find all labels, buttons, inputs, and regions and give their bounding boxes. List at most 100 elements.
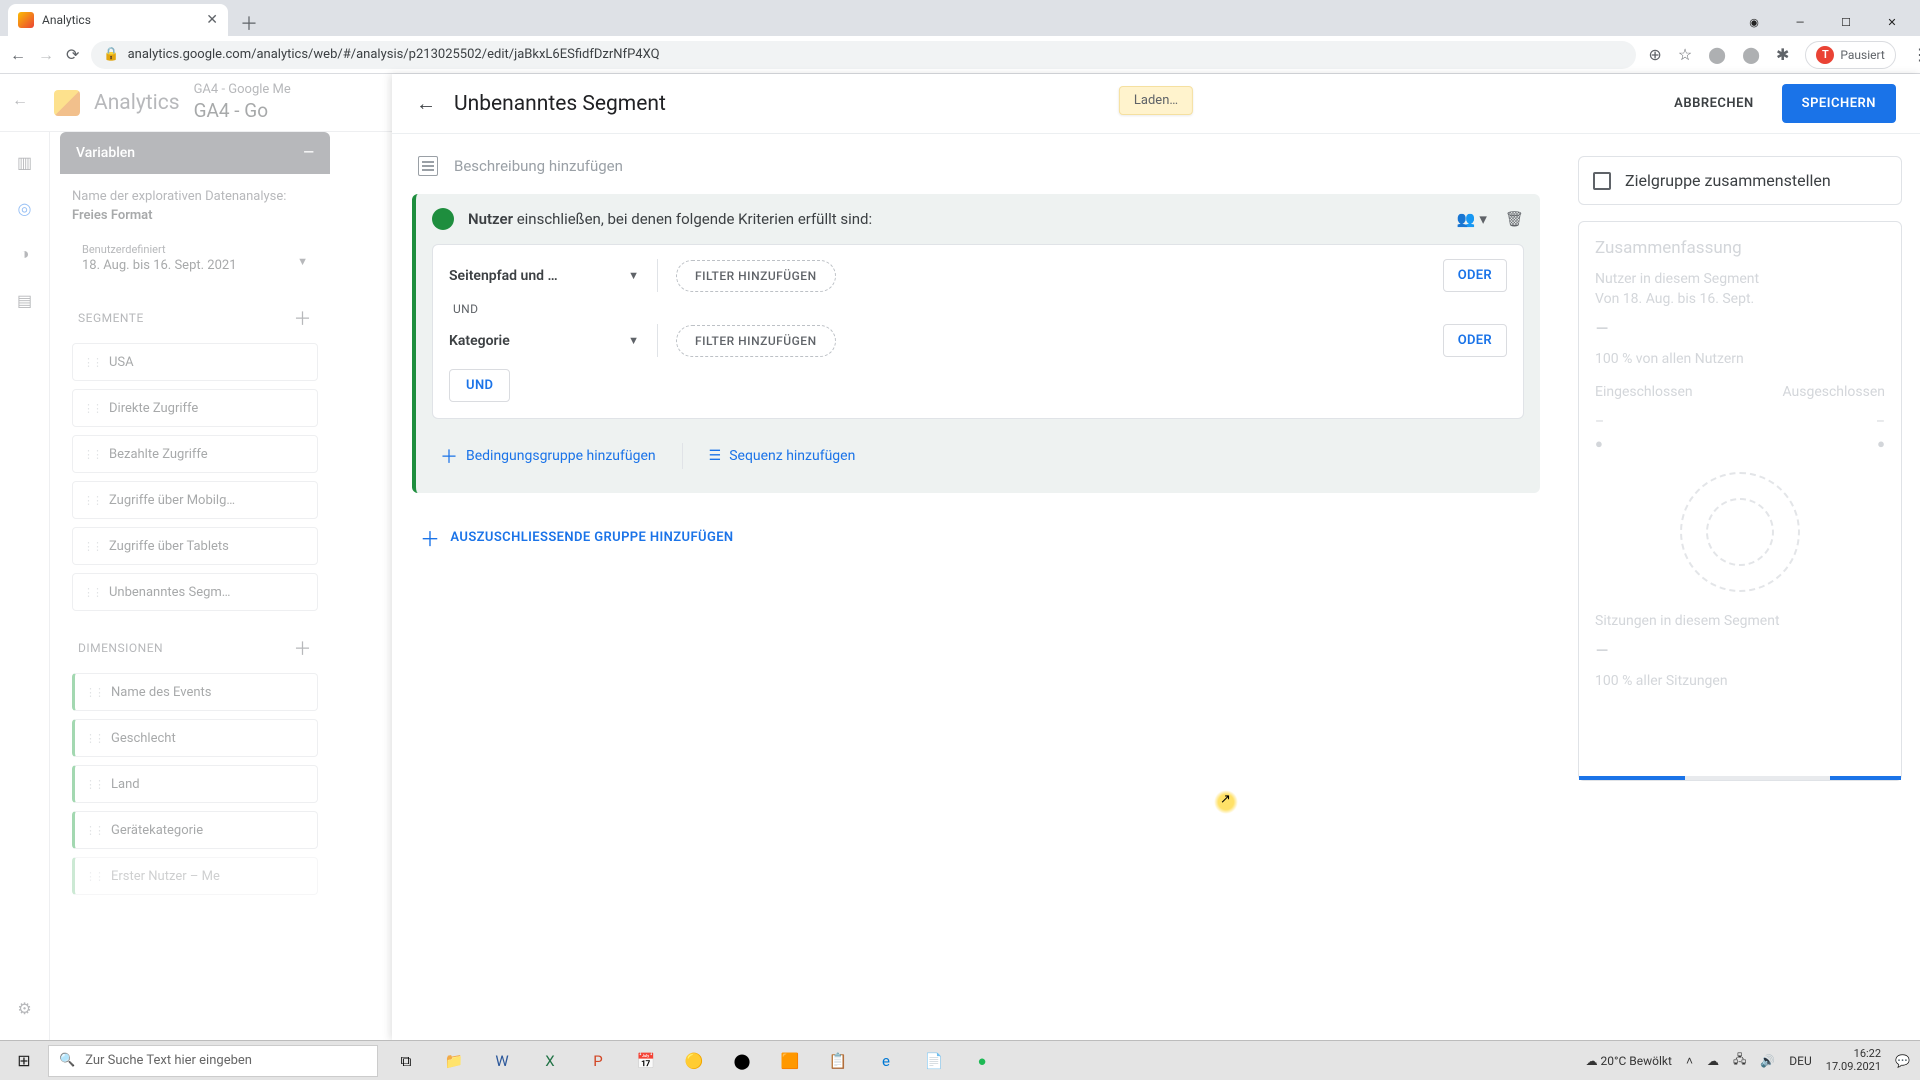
nav-forward-icon[interactable]: → [38, 45, 54, 65]
checkbox-icon[interactable] [1593, 172, 1611, 190]
condition-card: Seitenpfad und … ▼ FILTER HINZUFÜGEN ODE… [432, 244, 1524, 419]
add-exclude-group-button[interactable]: ＋ AUSZUSCHLIESSENDE GRUPPE HINZUFÜGEN [412, 523, 1540, 552]
summary-included-value: – [1595, 414, 1604, 430]
summary-excluded-label: Ausgeschlossen [1782, 384, 1885, 400]
kebab-menu-icon[interactable]: ⋮ [1912, 45, 1920, 64]
close-tab-icon[interactable]: ✕ [206, 12, 218, 28]
chevron-down-icon: ▾ [1479, 210, 1487, 228]
summary-users-value: – [1595, 317, 1885, 342]
group-title: Nutzer einschließen, bei denen folgende … [468, 210, 872, 228]
profile-badge[interactable]: T Pausiert [1805, 41, 1895, 69]
app-icon[interactable]: 📋 [816, 1045, 860, 1077]
add-filter-button[interactable]: FILTER HINZUFÜGEN [676, 260, 836, 292]
tray-chevron-icon[interactable]: ˄ [1686, 1054, 1693, 1068]
extensions-icon[interactable]: ✱ [1776, 45, 1789, 64]
summary-sessions-value: – [1595, 639, 1885, 664]
add-filter-button[interactable]: FILTER HINZUFÜGEN [676, 325, 836, 357]
modal-back-icon[interactable]: ← [416, 91, 436, 116]
user-icon: 👥 [1457, 210, 1476, 228]
search-icon: 🔍 [59, 1053, 75, 1068]
window-maximize-button[interactable]: ☐ [1824, 8, 1868, 36]
browser-tab[interactable]: Analytics ✕ [8, 4, 228, 36]
nav-back-icon[interactable]: ← [10, 45, 26, 65]
description-field[interactable]: Beschreibung hinzufügen [412, 156, 1540, 176]
group-marker-icon [432, 208, 454, 230]
start-button[interactable]: ⊞ [0, 1041, 48, 1080]
add-sequence-button[interactable]: ☰ Sequenz hinzufügen [709, 443, 856, 469]
zoom-icon[interactable]: ⊕ [1648, 45, 1661, 64]
spotify-icon[interactable]: ● [960, 1045, 1004, 1077]
lock-icon: 🔒 [103, 47, 119, 62]
language-indicator[interactable]: DEU [1789, 1054, 1811, 1068]
explorer-icon[interactable]: 📁 [432, 1045, 476, 1077]
delete-group-icon[interactable]: 🗑 [1505, 210, 1524, 228]
calendar-icon[interactable]: 📅 [624, 1045, 668, 1077]
network-icon[interactable]: 🖧 [1733, 1050, 1746, 1071]
notepad-icon[interactable]: 📄 [912, 1045, 956, 1077]
loading-bar [1579, 776, 1901, 780]
and-connector: UND [453, 302, 1507, 316]
clock[interactable]: 16:22 17.09.2021 [1826, 1048, 1881, 1073]
task-view-icon[interactable]: ⧉ [384, 1045, 428, 1077]
dimension-selector[interactable]: Kategorie ▼ [449, 333, 639, 349]
address-bar[interactable]: 🔒 analytics.google.com/analytics/web/#/a… [91, 41, 1636, 69]
plus-icon: ＋ [440, 443, 458, 469]
dimension-selector[interactable]: Seitenpfad und … ▼ [449, 268, 639, 284]
include-group: Nutzer einschließen, bei denen folgende … [412, 194, 1540, 493]
avatar: T [1816, 46, 1834, 64]
or-button[interactable]: ODER [1443, 324, 1507, 357]
translate-icon[interactable]: ⬤ [1708, 45, 1726, 64]
sequence-icon: ☰ [709, 448, 722, 464]
description-placeholder: Beschreibung hinzufügen [454, 157, 623, 175]
plus-icon: ＋ [420, 523, 440, 552]
app-icon[interactable]: 🟧 [768, 1045, 812, 1077]
window-minimize-button[interactable]: — [1778, 8, 1822, 36]
document-icon [418, 156, 438, 176]
summary-pct-sessions: 100 % aller Sitzungen [1595, 672, 1885, 692]
summary-pct-users: 100 % von allen Nutzern [1595, 350, 1885, 370]
new-tab-button[interactable]: ＋ [228, 10, 270, 36]
build-audience-toggle[interactable]: Zielgruppe zusammenstellen [1578, 156, 1902, 205]
chevron-down-icon: ▼ [628, 334, 639, 347]
reader-icon[interactable]: ⬤ [1742, 45, 1760, 64]
loading-toast: Laden… [1119, 86, 1193, 115]
volume-icon[interactable]: 🔊 [1760, 1054, 1775, 1068]
taskbar-search[interactable]: 🔍 Zur Suche Text hier eingeben [48, 1045, 378, 1077]
chevron-down-icon: ▼ [628, 269, 639, 282]
cancel-button[interactable]: ABBRECHEN [1662, 86, 1766, 121]
audience-label: Zielgruppe zusammenstellen [1625, 171, 1831, 190]
obs-icon[interactable]: ⬤ [720, 1045, 764, 1077]
summary-users-label: Nutzer in diesem Segment [1595, 270, 1885, 290]
save-button[interactable]: SPEICHERN [1782, 84, 1896, 123]
nav-reload-icon[interactable]: ⟳ [66, 45, 79, 64]
modal-title[interactable]: Unbenanntes Segment [454, 92, 666, 116]
url-text: analytics.google.com/analytics/web/#/ana… [128, 47, 660, 62]
word-icon[interactable]: W [480, 1045, 524, 1077]
excel-icon[interactable]: X [528, 1045, 572, 1077]
mouse-cursor-icon [1214, 790, 1238, 814]
onedrive-icon[interactable]: ☁ [1707, 1054, 1719, 1068]
and-button[interactable]: UND [449, 369, 510, 402]
notifications-icon[interactable]: 💬 [1895, 1054, 1910, 1068]
account-visitor-icon[interactable]: ◉ [1732, 8, 1776, 36]
powerpoint-icon[interactable]: P [576, 1045, 620, 1077]
weather-widget[interactable]: ☁ 20°C Bewölkt [1586, 1054, 1672, 1068]
scope-selector[interactable]: 👥 ▾ [1457, 210, 1487, 228]
bookmark-star-icon[interactable]: ☆ [1678, 45, 1692, 64]
summary-date-line: Von 18. Aug. bis 16. Sept. [1595, 290, 1885, 310]
taskbar-search-placeholder: Zur Suche Text hier eingeben [85, 1053, 252, 1068]
summary-title: Zusammenfassung [1595, 238, 1885, 258]
summary-included-label: Eingeschlossen [1595, 384, 1693, 400]
or-button[interactable]: ODER [1443, 259, 1507, 292]
chrome-icon[interactable]: 🟡 [672, 1045, 716, 1077]
favicon-icon [18, 12, 34, 28]
edge-icon[interactable]: e [864, 1045, 908, 1077]
summary-excluded-value: – [1876, 414, 1885, 430]
donut-chart-placeholder [1680, 472, 1800, 592]
window-close-button[interactable]: ✕ [1870, 8, 1914, 36]
windows-taskbar: ⊞ 🔍 Zur Suche Text hier eingeben ⧉ 📁 W X… [0, 1040, 1920, 1080]
add-condition-group-button[interactable]: ＋ Bedingungsgruppe hinzufügen [440, 443, 656, 469]
summary-card: Zusammenfassung Nutzer in diesem Segment… [1578, 221, 1902, 781]
segment-editor-modal: ← Unbenanntes Segment ABBRECHEN SPEICHER… [392, 74, 1920, 1040]
summary-sessions-label: Sitzungen in diesem Segment [1595, 612, 1885, 632]
